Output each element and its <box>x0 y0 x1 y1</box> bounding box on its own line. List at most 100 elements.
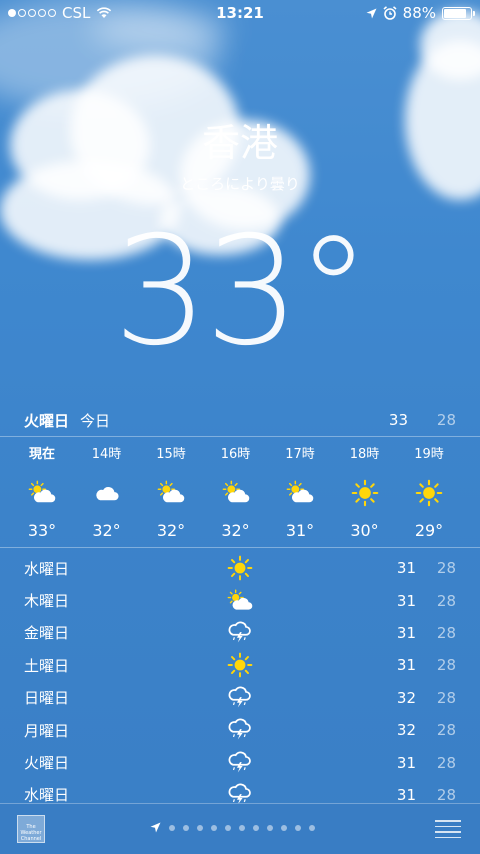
daily-day: 水曜日 <box>24 559 70 578</box>
hourly-time: 1 <box>464 446 480 464</box>
hourly-time: 16時 <box>220 447 251 462</box>
hourly-time: 現在 <box>28 447 55 462</box>
hourly-time: 19時 <box>414 447 444 462</box>
daily-low: 28 <box>436 656 456 675</box>
hourly-temperature: 日 <box>464 521 480 545</box>
page-indicator[interactable] <box>150 822 315 833</box>
daily-low: 28 <box>436 623 456 642</box>
battery-icon <box>442 6 475 20</box>
daily-high: 31 <box>396 623 416 642</box>
sun-icon <box>224 650 256 680</box>
daily-low: 28 <box>436 591 456 610</box>
thunderstorm-icon <box>224 715 256 745</box>
page-dot[interactable] <box>197 824 203 831</box>
hourly-time: 17時 <box>285 447 315 462</box>
sun-icon <box>399 473 459 513</box>
sun-cloud-icon <box>12 473 72 513</box>
hourly-temperature: 32° <box>156 521 186 540</box>
daily-forecast-row: 木曜日 31 28 <box>24 584 456 616</box>
page-dot[interactable] <box>211 824 217 831</box>
daily-day: 金曜日 <box>24 624 70 643</box>
daily-forecast-row: 土曜日 31 28 <box>24 649 456 681</box>
daily-forecast-row: 水曜日 31 28 <box>24 552 456 584</box>
today-high: 33 <box>388 411 408 429</box>
daily-low: 28 <box>436 688 456 707</box>
weather-channel-logo[interactable]: The Weather Channel <box>17 815 45 843</box>
daily-forecast-row: 火曜日 31 28 <box>24 746 456 778</box>
hourly-time: 15時 <box>156 447 186 462</box>
status-bar: CSL 13:21 88% <box>0 0 480 26</box>
hourly-time: 18時 <box>349 447 380 462</box>
sun-cloud-icon <box>270 473 330 513</box>
hourly-item: 現在 33° <box>12 437 72 540</box>
page-dot[interactable] <box>281 824 287 831</box>
daily-low: 28 <box>436 559 456 578</box>
sun-cloud-icon <box>224 586 256 616</box>
sun-icon <box>464 473 480 513</box>
bottom-toolbar: The Weather Channel <box>0 803 480 854</box>
hourly-temperature: 32° <box>221 521 250 540</box>
cloud-icon <box>77 473 137 513</box>
page-dot[interactable] <box>309 824 315 831</box>
daily-day: 月曜日 <box>24 721 70 740</box>
today-day: 火曜日 <box>24 411 70 430</box>
daily-day: 火曜日 <box>24 754 70 773</box>
daily-forecast-row: 月曜日 32 28 <box>24 714 456 746</box>
hourly-forecast[interactable]: 現在 33° 14時 32° 15時 32° 16時 32° 17時 31° 18時 30… <box>0 437 480 547</box>
sun-icon <box>335 473 395 513</box>
sun-cloud-icon <box>206 473 266 513</box>
daily-high: 31 <box>396 785 416 804</box>
page-dot[interactable] <box>183 824 189 831</box>
page-dot[interactable] <box>295 824 301 831</box>
weather-condition: ところにより曇り <box>180 175 300 193</box>
today-summary-row: 火曜日 今日 33 28 <box>24 405 456 435</box>
hourly-temperature: 30° <box>350 521 379 540</box>
daily-low: 28 <box>436 753 456 772</box>
current-temperature: 33° <box>113 205 371 379</box>
daily-low: 28 <box>436 721 456 740</box>
thunderstorm-icon <box>224 748 256 778</box>
location-arrow-icon <box>150 822 161 833</box>
daily-forecast-row: 金曜日 31 28 <box>24 617 456 649</box>
daily-high: 31 <box>396 753 416 772</box>
hourly-item: 16時 32° <box>206 437 266 540</box>
daily-day: 日曜日 <box>24 689 70 708</box>
daily-high: 31 <box>396 559 416 578</box>
page-dot[interactable] <box>225 824 231 831</box>
list-icon[interactable] <box>435 820 461 838</box>
page-dot[interactable] <box>239 824 245 831</box>
daily-forecast-row: 日曜日 32 28 <box>24 682 456 714</box>
sun-icon <box>224 553 256 583</box>
today-low: 28 <box>436 411 456 429</box>
daily-high: 32 <box>396 688 416 707</box>
hourly-temperature: 33° <box>27 521 57 540</box>
hourly-item: 17時 31° <box>270 437 330 540</box>
hourly-item: 15時 32° <box>141 437 201 540</box>
page-dot[interactable] <box>267 824 273 831</box>
daily-high: 31 <box>396 656 416 675</box>
page-dot[interactable] <box>253 824 259 831</box>
hourly-item: 14時 32° <box>77 437 137 540</box>
hourly-item: 18時 30° <box>335 437 395 540</box>
battery-percent: 88% <box>402 4 436 22</box>
daily-day: 土曜日 <box>24 656 70 675</box>
daily-forecast[interactable]: 水曜日 31 28 木曜日 31 28 金曜日 31 28 土曜日 31 28 日曜日 … <box>24 552 456 811</box>
page-dot[interactable] <box>169 824 175 831</box>
hourly-temperature: 29° <box>414 521 444 540</box>
location-arrow-icon <box>366 8 377 18</box>
thunderstorm-icon <box>224 618 256 648</box>
daily-high: 31 <box>396 591 416 610</box>
hourly-time: 14時 <box>91 447 122 462</box>
hourly-item: 1 日 <box>464 437 480 545</box>
daily-high: 32 <box>396 721 416 740</box>
daily-day: 木曜日 <box>24 592 70 611</box>
alarm-icon <box>383 6 397 20</box>
hourly-item: 19時 29° <box>399 437 459 540</box>
thunderstorm-icon <box>224 683 256 713</box>
hourly-temperature: 31° <box>285 521 315 540</box>
hourly-temperature: 32° <box>92 521 121 540</box>
today-label: 今日 <box>80 411 111 430</box>
daily-low: 28 <box>436 785 456 804</box>
sun-cloud-icon <box>141 473 201 513</box>
divider <box>0 547 480 548</box>
